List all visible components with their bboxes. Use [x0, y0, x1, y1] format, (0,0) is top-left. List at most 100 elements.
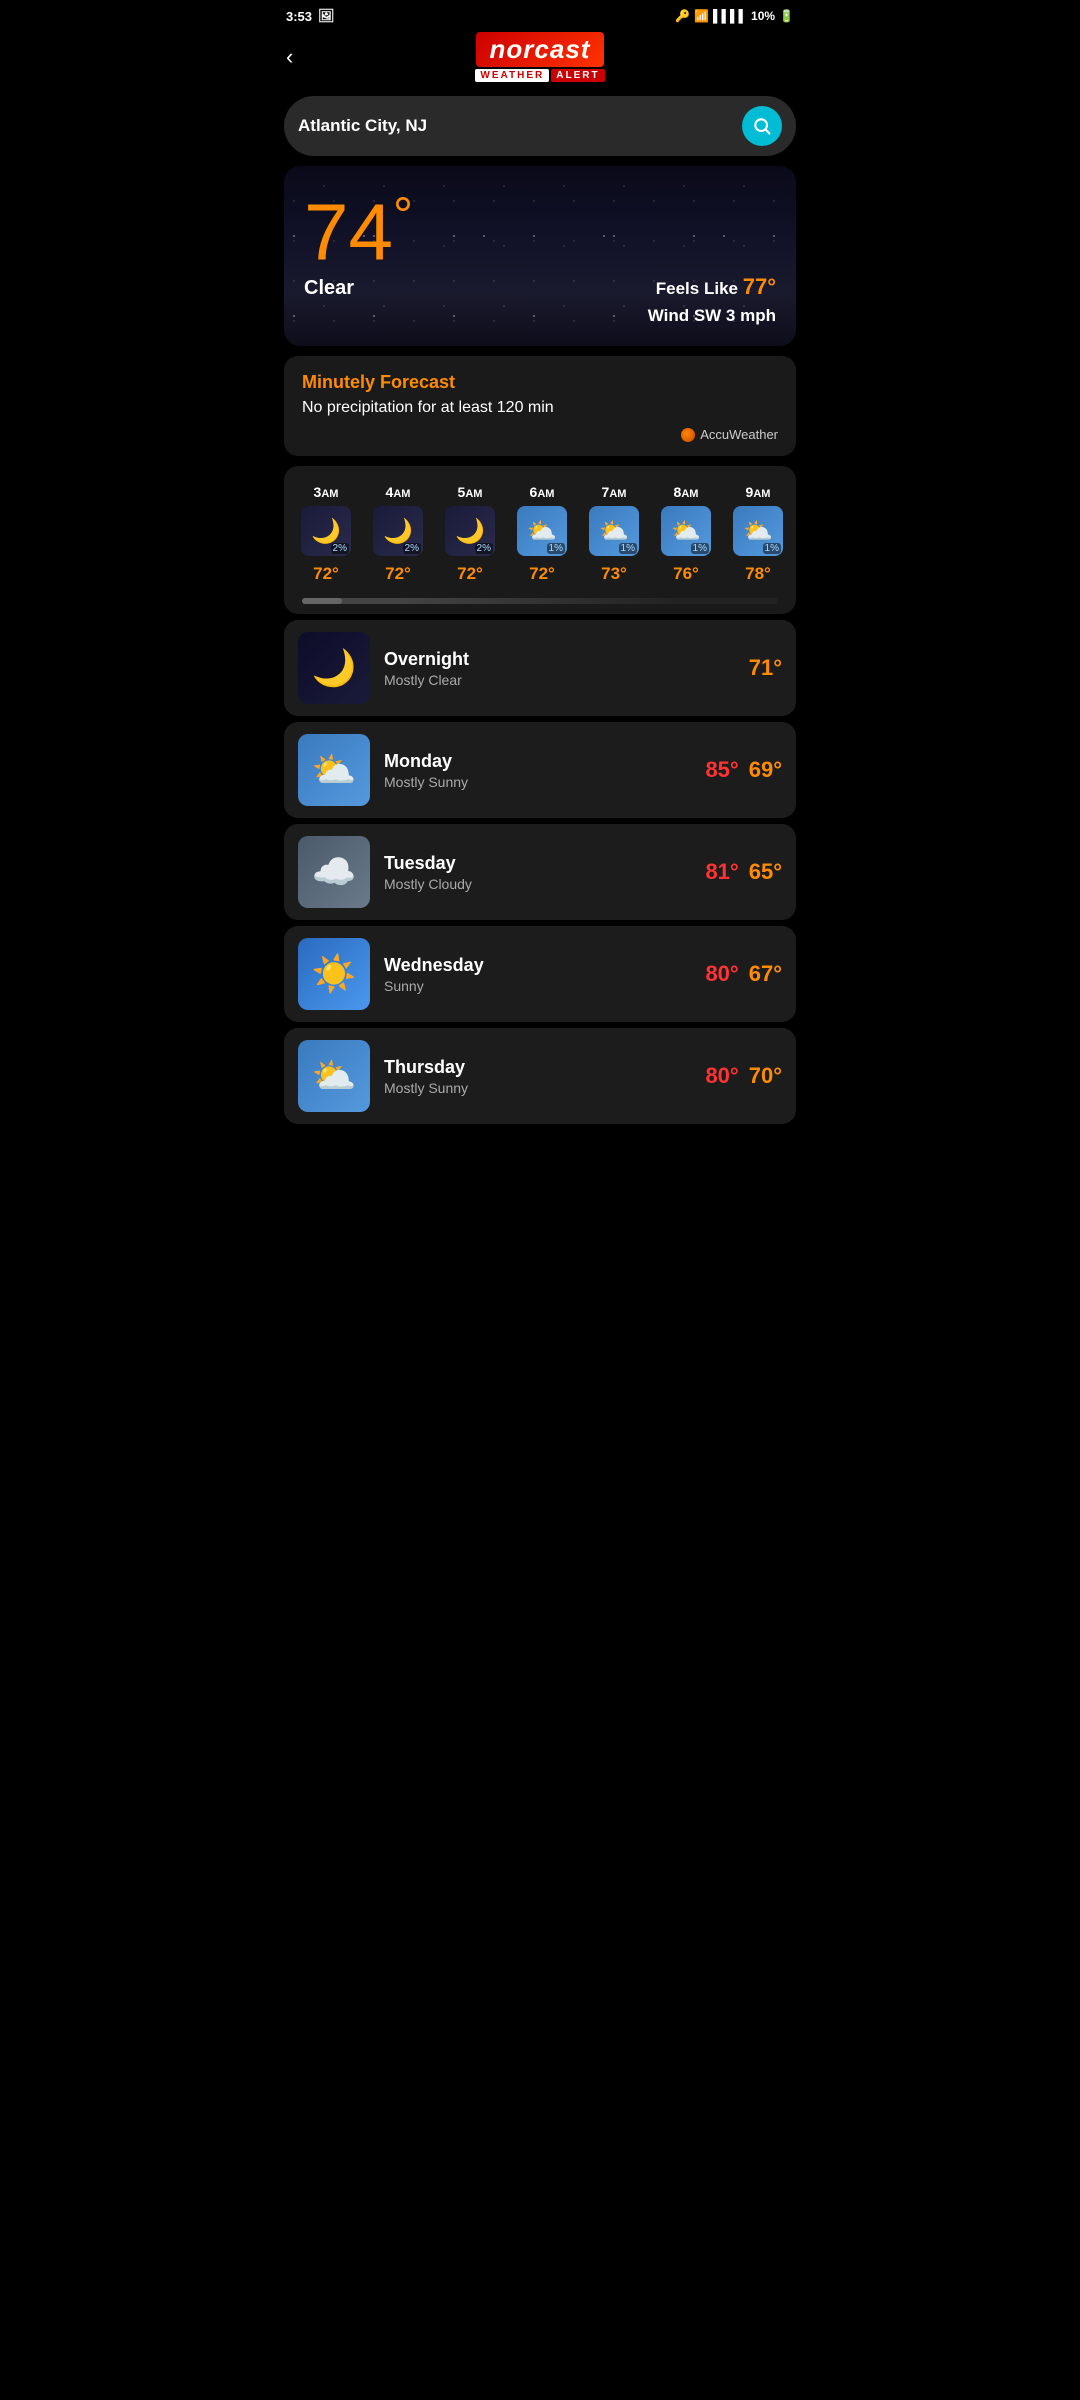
- forecast-day-1: Monday: [384, 751, 691, 772]
- temp-low-1: 69°: [749, 757, 782, 783]
- hourly-forecast-card[interactable]: 3AM 🌙 2% 72° 4AM 🌙 2% 72° 5AM 🌙 2% 72° 6…: [284, 466, 796, 614]
- forecast-icon-2: ☁️: [298, 836, 370, 908]
- feels-like-row: Feels Like 77°: [648, 274, 776, 300]
- precip-badge-0: 2%: [331, 543, 349, 554]
- wind-value: SW 3 mph: [694, 306, 776, 325]
- forecast-condition-4: Mostly Sunny: [384, 1080, 691, 1096]
- forecast-icon-3: ☀️: [298, 938, 370, 1010]
- temp-high-4: 80°: [705, 1063, 738, 1089]
- location-text: Atlantic City, NJ: [298, 116, 732, 136]
- precip-badge-1: 2%: [403, 543, 421, 554]
- hour-label-2: 5AM: [458, 484, 483, 500]
- forecast-item: 🌙 Overnight Mostly Clear 71°: [284, 620, 796, 716]
- hour-temp-4: 73°: [601, 564, 627, 584]
- temp-high-2: 81°: [705, 859, 738, 885]
- search-button[interactable]: [742, 106, 782, 146]
- hour-temp-3: 72°: [529, 564, 555, 584]
- forecast-temps-4: 80° 70°: [705, 1063, 782, 1089]
- hour-temp-0: 72°: [313, 564, 339, 584]
- hour-label-1: 4AM: [386, 484, 411, 500]
- temp-low-3: 67°: [749, 961, 782, 987]
- forecast-day-2: Tuesday: [384, 853, 691, 874]
- forecast-day-0: Overnight: [384, 649, 735, 670]
- forecast-item: ⛅ Thursday Mostly Sunny 80° 70°: [284, 1028, 796, 1124]
- app-logo: norcast WEATHER ALERT: [475, 32, 604, 82]
- feels-like-label: Feels Like: [656, 279, 738, 298]
- back-button[interactable]: ‹: [286, 44, 293, 70]
- temp-low-0: 71°: [749, 655, 782, 681]
- hour-item: 5AM 🌙 2% 72°: [434, 478, 506, 590]
- hour-icon-3: ⛅ 1%: [517, 506, 567, 556]
- forecast-item: ☁️ Tuesday Mostly Cloudy 81° 65°: [284, 824, 796, 920]
- forecast-info-2: Tuesday Mostly Cloudy: [384, 853, 691, 892]
- temp-low-4: 70°: [749, 1063, 782, 1089]
- temp-high-3: 80°: [705, 961, 738, 987]
- logo-norcast-text: norcast: [476, 32, 605, 67]
- hourly-strip: 3AM 🌙 2% 72° 4AM 🌙 2% 72° 5AM 🌙 2% 72° 6…: [290, 478, 794, 590]
- logo-weather-text: WEATHER: [475, 69, 549, 82]
- precip-badge-3: 1%: [547, 543, 565, 554]
- precip-badge-2: 2%: [475, 543, 493, 554]
- forecast-day-4: Thursday: [384, 1057, 691, 1078]
- app-header: ‹ norcast WEATHER ALERT: [270, 28, 810, 90]
- current-temperature: 74°: [304, 190, 776, 273]
- forecast-condition-2: Mostly Cloudy: [384, 876, 691, 892]
- hour-temp-6: 78°: [745, 564, 771, 584]
- forecast-item: ☀️ Wednesday Sunny 80° 67°: [284, 926, 796, 1022]
- forecast-temps-2: 81° 65°: [705, 859, 782, 885]
- precip-badge-4: 1%: [619, 543, 637, 554]
- status-bar: 3:53 🖼 🔑 📶 ▌▌▌▌ 10% 🔋: [270, 0, 810, 28]
- hour-icon-5: ⛅ 1%: [661, 506, 711, 556]
- forecast-info-3: Wednesday Sunny: [384, 955, 691, 994]
- minutely-forecast-card: Minutely Forecast No precipitation for a…: [284, 356, 796, 456]
- hour-item: 4AM 🌙 2% 72°: [362, 478, 434, 590]
- hour-temp-5: 76°: [673, 564, 699, 584]
- forecast-temps-0: 71°: [749, 655, 782, 681]
- search-bar[interactable]: Atlantic City, NJ: [284, 96, 796, 156]
- logo-alert-text: ALERT: [551, 69, 604, 82]
- key-icon: 🔑: [675, 9, 690, 23]
- feels-wind-panel: Feels Like 77° Wind SW 3 mph: [648, 274, 776, 326]
- hour-item: 7AM ⛅ 1% 73°: [578, 478, 650, 590]
- accuweather-attribution: AccuWeather: [302, 427, 778, 442]
- hour-label-3: 6AM: [530, 484, 555, 500]
- hour-item: 8AM ⛅ 1% 76°: [650, 478, 722, 590]
- hour-label-0: 3AM: [314, 484, 339, 500]
- hour-item: 3AM 🌙 2% 72°: [290, 478, 362, 590]
- status-right: 🔑 📶 ▌▌▌▌ 10% 🔋: [675, 9, 794, 23]
- forecast-info-1: Monday Mostly Sunny: [384, 751, 691, 790]
- status-left: 3:53 🖼: [286, 8, 335, 24]
- forecast-condition-1: Mostly Sunny: [384, 774, 691, 790]
- forecast-icon-1: ⛅: [298, 734, 370, 806]
- accuweather-dot-icon: [681, 428, 695, 442]
- wind-label: Wind: [648, 306, 689, 325]
- hour-icon-4: ⛅ 1%: [589, 506, 639, 556]
- forecast-condition-3: Sunny: [384, 978, 691, 994]
- forecast-temps-3: 80° 67°: [705, 961, 782, 987]
- minutely-title: Minutely Forecast: [302, 372, 778, 393]
- scroll-thumb: [302, 598, 342, 604]
- precip-badge-6: 1%: [763, 543, 781, 554]
- forecast-list: 🌙 Overnight Mostly Clear 71° ⛅ Monday Mo…: [270, 620, 810, 1124]
- battery-level: 10%: [751, 9, 775, 23]
- hour-item: 9AM ⛅ 1% 78°: [722, 478, 794, 590]
- forecast-condition-0: Mostly Clear: [384, 672, 735, 688]
- hour-temp-2: 72°: [457, 564, 483, 584]
- hour-label-6: 9AM: [746, 484, 771, 500]
- scroll-indicator: [302, 598, 778, 604]
- forecast-info-0: Overnight Mostly Clear: [384, 649, 735, 688]
- forecast-icon-4: ⛅: [298, 1040, 370, 1112]
- forecast-icon-0: 🌙: [298, 632, 370, 704]
- forecast-temps-1: 85° 69°: [705, 757, 782, 783]
- precip-badge-5: 1%: [691, 543, 709, 554]
- feels-like-value: 77°: [743, 274, 776, 299]
- battery-icon: 🔋: [779, 9, 794, 23]
- forecast-day-3: Wednesday: [384, 955, 691, 976]
- photo-icon: 🖼: [318, 8, 335, 24]
- minutely-description: No precipitation for at least 120 min: [302, 399, 778, 417]
- accuweather-label: AccuWeather: [700, 427, 778, 442]
- hour-icon-0: 🌙 2%: [301, 506, 351, 556]
- status-time: 3:53: [286, 9, 312, 24]
- hour-temp-1: 72°: [385, 564, 411, 584]
- temp-low-2: 65°: [749, 859, 782, 885]
